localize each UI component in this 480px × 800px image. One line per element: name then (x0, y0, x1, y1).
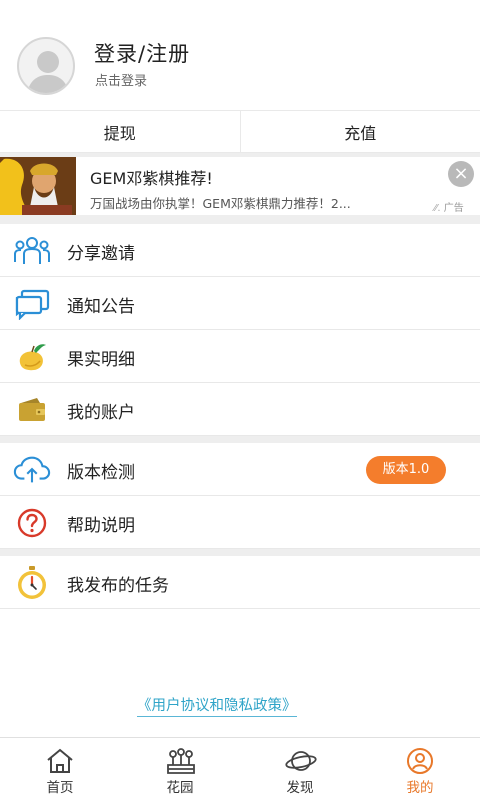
ad-label: ⁄⁄. 广告 (434, 199, 464, 214)
tab-mine[interactable]: 我的 (360, 738, 480, 800)
tab-mine-label: 我的 (406, 780, 434, 796)
menu-item-help[interactable]: 帮助说明 (0, 496, 480, 549)
tab-home[interactable]: 首页 (0, 738, 120, 800)
ad-label-text: 广告 (443, 203, 464, 214)
profile-header[interactable]: 登录/注册 点击登录 (0, 0, 480, 110)
menu-item-fruit[interactable]: 果实明细 (0, 330, 480, 383)
bottom-tab-bar: 首页 花园 发现 我的 (0, 737, 480, 800)
user-profile-icon (405, 747, 435, 775)
planet-icon (285, 747, 317, 775)
version-badge: 版本1.0 (366, 456, 446, 484)
ad-description: 万国战场由你执掌！GEM邓紫棋鼎力推荐！2... (90, 196, 351, 211)
home-icon (45, 747, 75, 775)
withdraw-button[interactable]: 提现 (0, 111, 240, 152)
menu-item-account[interactable]: 我的账户 (0, 383, 480, 436)
wallet-actions: 提现 充值 (0, 110, 480, 153)
close-icon[interactable]: × (448, 161, 474, 187)
user-agreement-privacy-link[interactable]: 《用户协议和隐私政策》 (137, 694, 297, 717)
menu-label-account: 我的账户 (67, 403, 135, 423)
ad-mark-icon: ⁄⁄. (434, 203, 441, 214)
garden-flowers-icon (165, 747, 195, 775)
ad-image[interactable] (0, 157, 76, 215)
menu-label-tasks: 我发布的任务 (67, 576, 169, 596)
login-register-title[interactable]: 登录/注册 (94, 38, 190, 68)
message-icon (13, 286, 51, 322)
menu-item-share[interactable]: 分享邀请 (0, 224, 480, 277)
tab-discover[interactable]: 发现 (240, 738, 360, 800)
cloud-upload-icon (13, 452, 51, 488)
menu-item-version[interactable]: 版本检测 版本1.0 (0, 443, 480, 496)
menu-label-share: 分享邀请 (67, 244, 135, 264)
wallet-icon (13, 392, 51, 428)
stopwatch-icon (13, 565, 51, 601)
help-question-icon (13, 505, 51, 541)
tab-home-label: 首页 (46, 780, 74, 796)
group-users-icon (13, 233, 51, 269)
avatar[interactable] (17, 37, 75, 95)
menu-label-help: 帮助说明 (67, 516, 135, 536)
menu-item-notice[interactable]: 通知公告 (0, 277, 480, 330)
menu-label-notice: 通知公告 (67, 297, 135, 317)
recharge-button[interactable]: 充值 (239, 111, 480, 152)
menu-item-tasks[interactable]: 我发布的任务 (0, 556, 480, 609)
ad-banner[interactable]: GEM邓紫棋推荐! 万国战场由你执掌！GEM邓紫棋鼎力推荐！2... × ⁄⁄.… (0, 153, 480, 215)
tab-garden-label: 花园 (166, 780, 194, 796)
section-divider (0, 436, 480, 443)
menu-label-version: 版本检测 (67, 463, 135, 483)
ad-title: GEM邓紫棋推荐! (90, 169, 213, 188)
section-divider (0, 215, 480, 224)
login-hint: 点击登录 (95, 74, 148, 89)
tab-discover-label: 发现 (286, 780, 314, 796)
menu-label-fruit: 果实明细 (67, 350, 135, 370)
tab-garden[interactable]: 花园 (120, 738, 240, 800)
section-divider (0, 549, 480, 556)
fruit-icon (13, 339, 51, 375)
